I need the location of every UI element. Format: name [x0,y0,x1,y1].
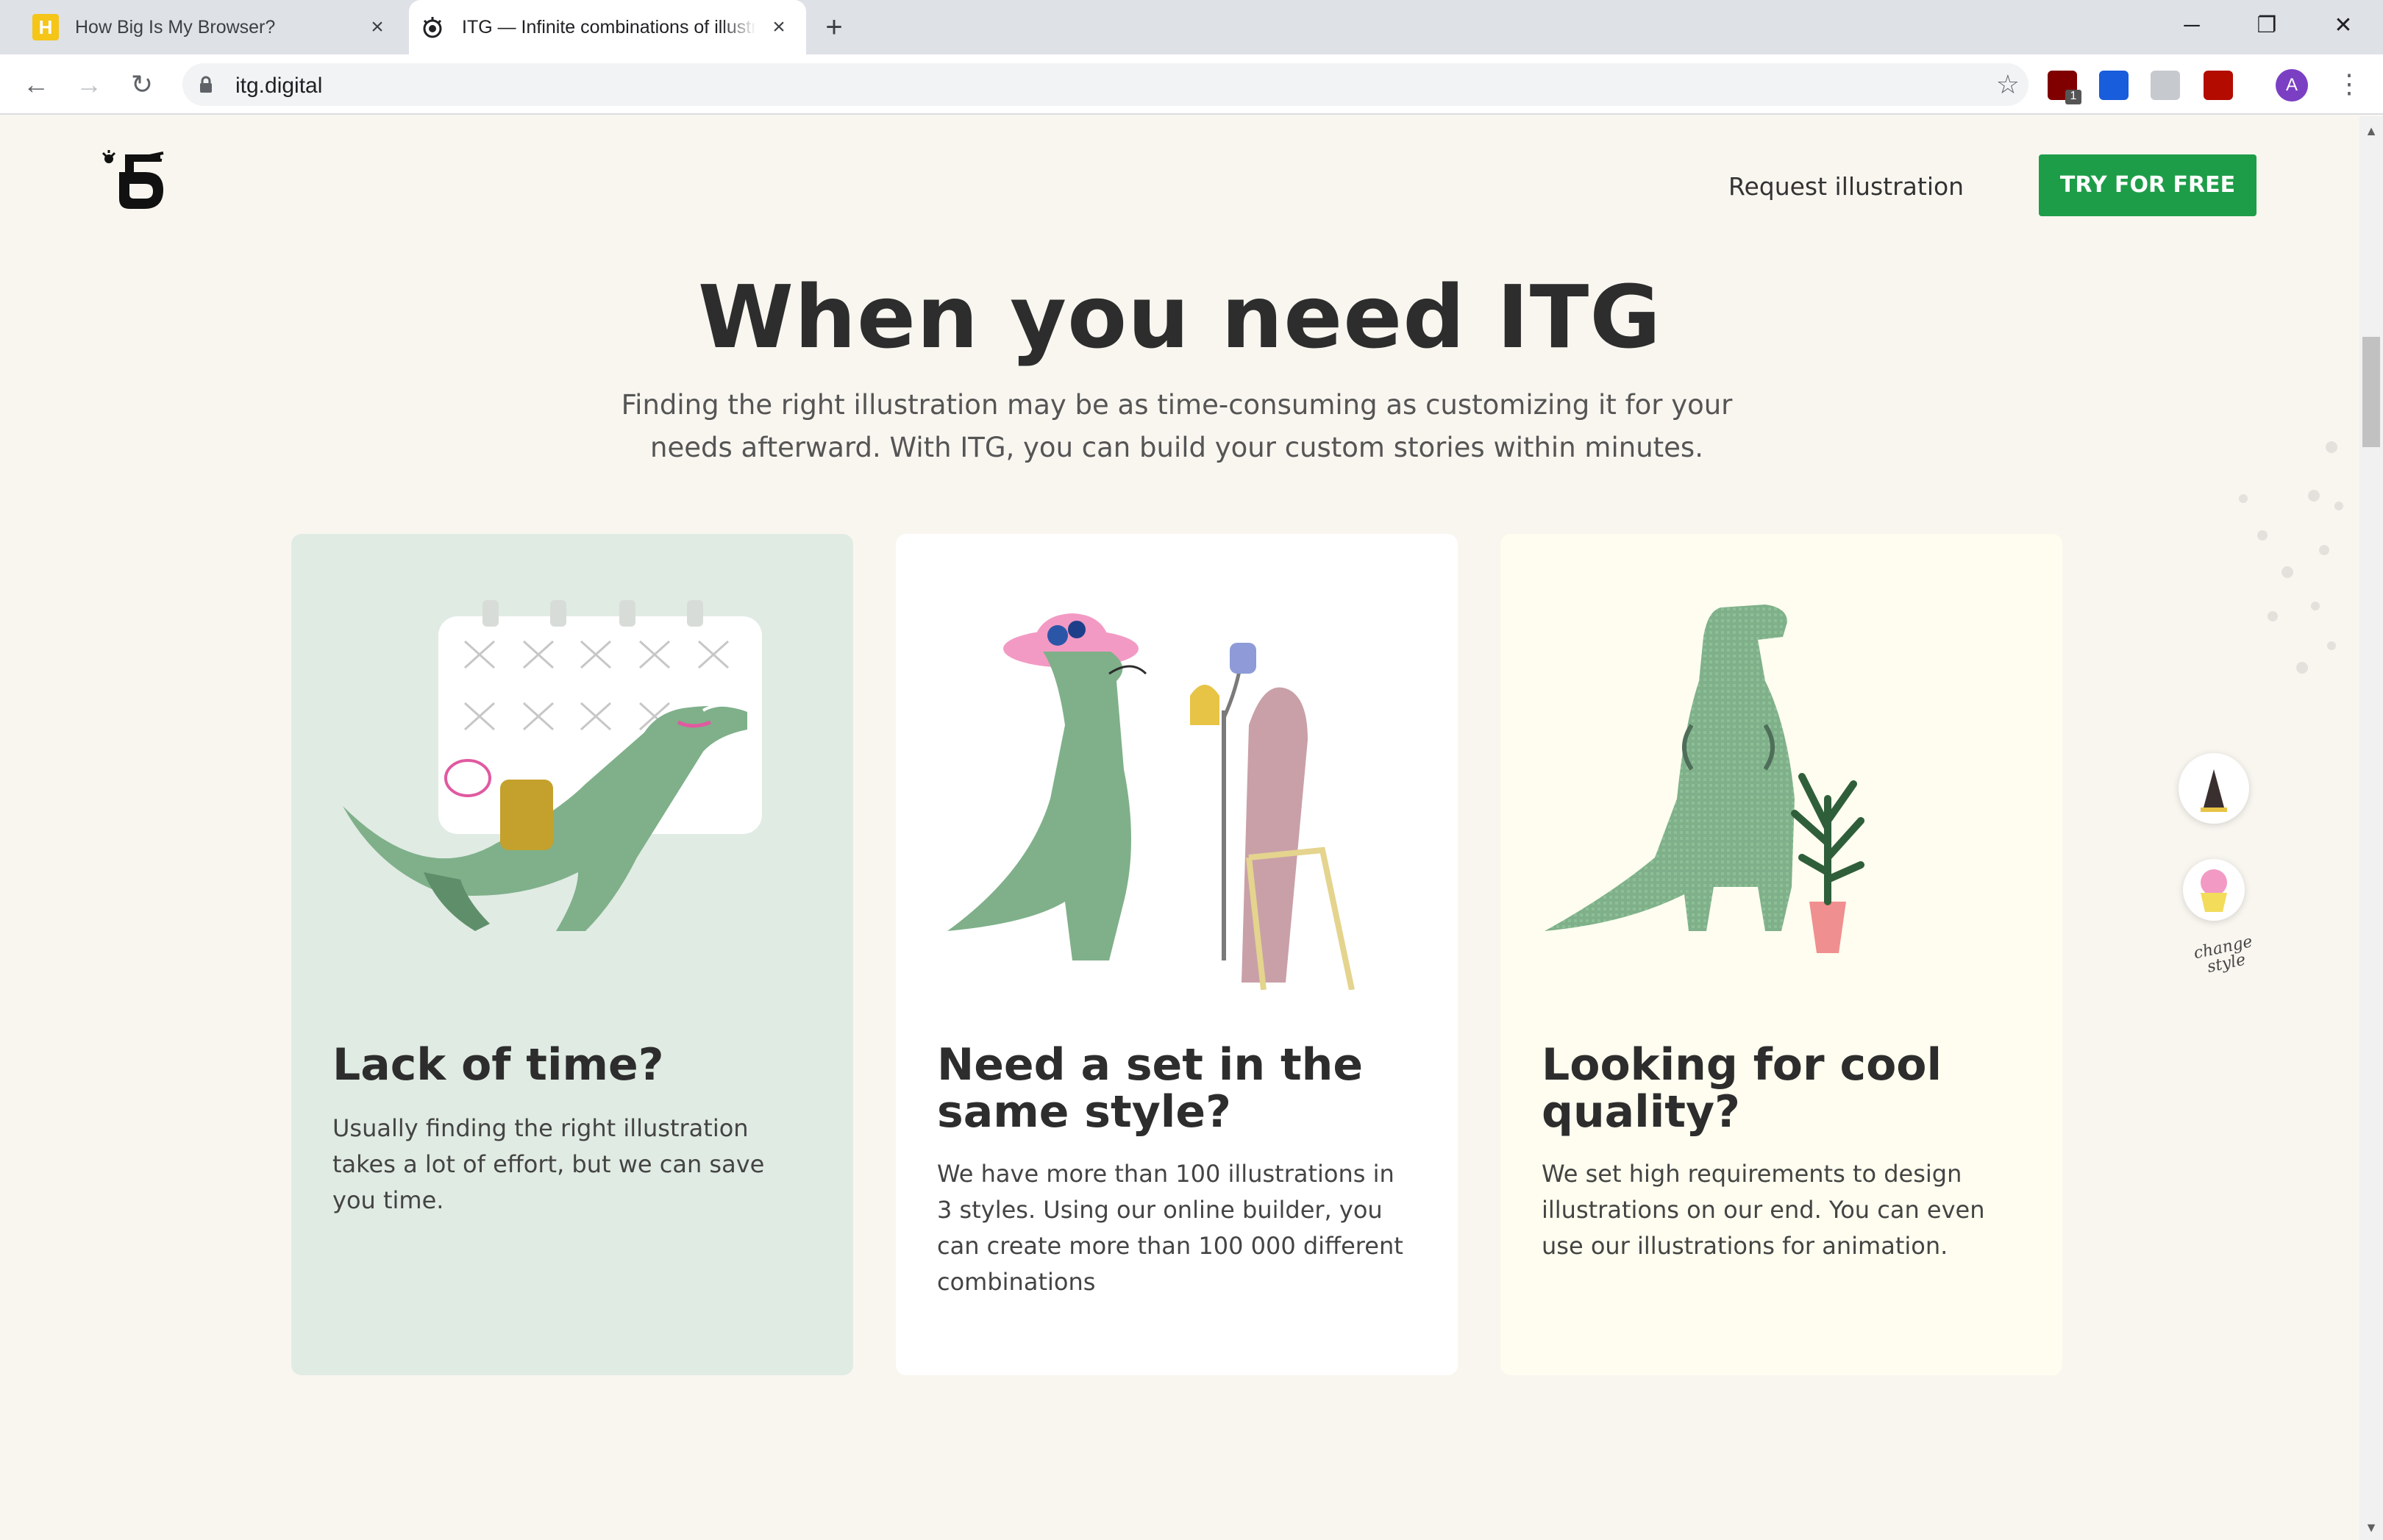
close-window-icon[interactable]: ✕ [2321,7,2365,44]
new-tab-button[interactable]: + [818,12,850,44]
css-icon[interactable] [2151,71,2180,100]
profile-avatar[interactable]: A [2276,69,2308,101]
back-icon[interactable]: ← [18,66,54,103]
try-for-free-button[interactable]: TRY FOR FREE [2039,154,2256,216]
card-cool-quality: Looking for cool quality? We set high re… [1500,534,2062,1375]
minimize-icon[interactable]: ─ [2170,7,2214,44]
page-scrollbar[interactable]: ▲ ▼ [2359,116,2383,1540]
dino-hats-mirror-illustration [947,613,1355,990]
section-title: When you need ITG [697,266,1662,368]
restore-icon[interactable]: ❐ [2245,7,2289,44]
scroll-down-arrow-icon[interactable]: ▼ [2359,1520,2383,1536]
url-text: itg.digital [235,74,323,98]
card-title: Looking for cool quality? [1542,1039,1942,1138]
card-title: Need a set in the same style? [937,1039,1364,1138]
browser-toolbar: ← → ↻ itg.digital ☆ 1 A ⋮ [0,54,2383,115]
request-illustration-link[interactable]: Request illustration [1728,172,1964,201]
lock-icon [200,76,212,93]
tab-title: How Big Is My Browser? [75,16,276,38]
style-option-pink[interactable] [2183,859,2245,921]
reload-icon[interactable]: ↻ [124,66,160,103]
section-subtitle: Finding the right illustration may be as… [621,389,1733,463]
forward-icon[interactable]: → [71,66,107,103]
ublock-icon[interactable]: 1 [2048,71,2081,104]
tab-strip: H How Big Is My Browser? × ITG — Infinit… [0,0,2383,54]
tab-close-icon[interactable]: × [366,16,388,38]
cupcake-icon [2201,869,2227,912]
card-same-style: Need a set in the same style? We have mo… [896,534,1458,1375]
bookmark-star-icon[interactable]: ☆ [1996,69,2020,100]
decorative-scribbles [2239,441,2343,674]
tab-itg[interactable]: ITG — Infinite combinations of illustrat… [409,0,806,54]
scroll-up-arrow-icon[interactable]: ▲ [2359,124,2383,139]
tab-title: ITG — Infinite combinations of illustrat… [462,16,756,38]
dino-calendar-illustration [343,600,762,931]
bitwarden-icon[interactable] [2099,71,2129,100]
tab-close-icon[interactable]: × [768,16,790,38]
pixel-dino-plant-illustration [1545,605,1864,953]
card-title: Lack of time? [332,1039,664,1091]
page-content: Request illustration TRY FOR FREE When y… [0,116,2359,1540]
tab-how-big-is-my-browser[interactable]: H How Big Is My Browser? × [22,0,405,54]
pdf-icon[interactable] [2204,71,2233,100]
tab-favicon: H [32,14,59,40]
address-bar[interactable]: itg.digital ☆ [182,63,2028,106]
itg-favicon-icon [419,14,446,40]
card-text: Usually finding the right illustration t… [332,1114,765,1214]
card-lack-of-time: Lack of time? Usually finding the right … [291,534,853,1375]
card-text: We set high requirements to design illus… [1542,1160,1985,1260]
scroll-thumb[interactable] [2362,337,2380,447]
ublock-badge: 1 [2065,90,2081,104]
menu-kebab-icon[interactable]: ⋮ [2336,68,2362,104]
card-text: We have more than 100 illustrations in 3… [937,1160,1403,1296]
itg-logo[interactable] [100,150,166,212]
change-style-label[interactable]: change style [2189,933,2260,979]
